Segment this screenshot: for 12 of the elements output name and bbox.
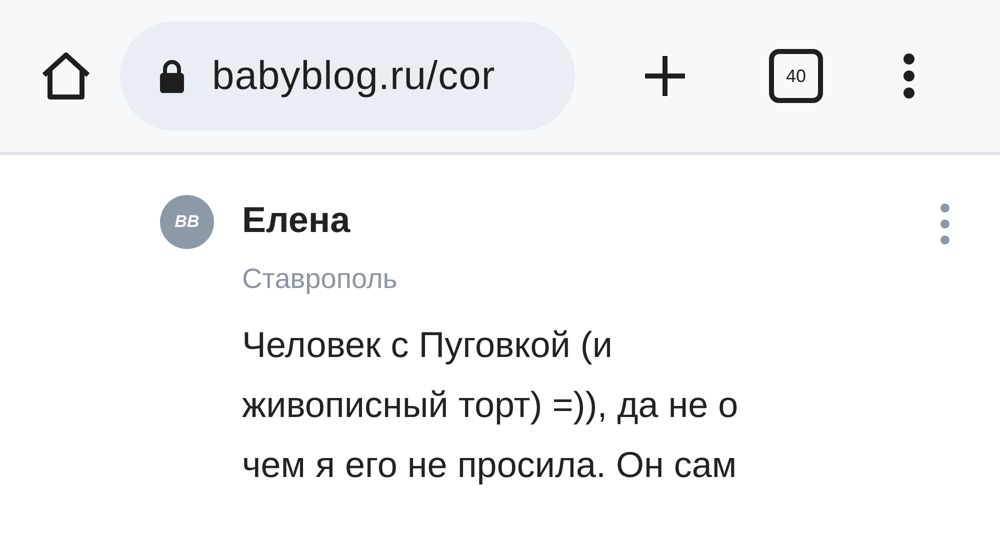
plus-icon[interactable] bbox=[643, 54, 687, 98]
comment-text: Человек с Пуговкой (и живописный торт) =)), да не о чем я его не просила. Он сам bbox=[242, 323, 738, 487]
lock-icon bbox=[158, 59, 186, 93]
author-city: Ставрополь bbox=[242, 263, 398, 295]
url-text: babyblog.ru/cor bbox=[212, 54, 496, 98]
home-icon[interactable] bbox=[40, 51, 92, 101]
more-icon[interactable] bbox=[940, 203, 950, 245]
menu-icon[interactable] bbox=[903, 53, 915, 99]
author-name: Елена bbox=[242, 199, 350, 241]
avatar: BB bbox=[160, 195, 214, 249]
tab-count-button[interactable]: 40 bbox=[769, 49, 823, 103]
address-bar[interactable]: babyblog.ru/cor bbox=[120, 21, 575, 131]
